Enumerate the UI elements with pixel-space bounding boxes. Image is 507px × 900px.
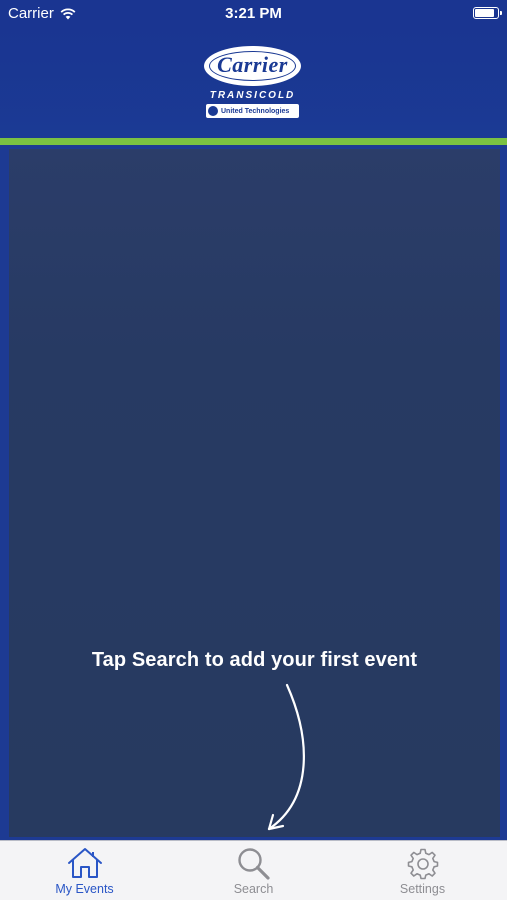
- status-bar: Carrier 3:21 PM: [0, 0, 507, 27]
- logo-parent-badge: United Technologies: [206, 104, 299, 118]
- battery-nub: [500, 11, 502, 15]
- tab-bar: My Events Search Settings: [0, 840, 507, 900]
- accent-divider: [0, 138, 507, 145]
- tab-search-label: Search: [233, 882, 274, 896]
- logo-parent: United Technologies: [221, 107, 290, 115]
- arrow-down-icon: [267, 683, 305, 831]
- tab-settings-label: Settings: [399, 882, 446, 896]
- tab-my-events[interactable]: My Events: [0, 841, 169, 900]
- tab-search[interactable]: Search: [169, 841, 338, 900]
- empty-state-hint: Tap Search to add your first event: [91, 649, 418, 671]
- logo-brand: Carrier: [217, 52, 288, 77]
- status-time: 3:21 PM: [225, 5, 282, 22]
- home-icon: [67, 848, 102, 878]
- main-content: Tap Search to add your first event: [0, 145, 507, 840]
- search-icon: [237, 848, 270, 880]
- app-header: Carrier TRANSICOLD United Technologies: [0, 27, 507, 138]
- carrier-transicold-logo: Carrier TRANSICOLD United Technologies: [204, 46, 301, 120]
- tab-settings[interactable]: Settings: [338, 841, 507, 900]
- logo-subbrand: TRANSICOLD: [209, 90, 296, 101]
- battery-fill: [475, 9, 494, 17]
- utc-mark-icon: [208, 106, 218, 116]
- gear-icon: [407, 848, 438, 880]
- battery-icon: [473, 7, 502, 19]
- tab-my-events-label: My Events: [55, 882, 114, 896]
- events-panel: Tap Search to add your first event: [9, 149, 500, 837]
